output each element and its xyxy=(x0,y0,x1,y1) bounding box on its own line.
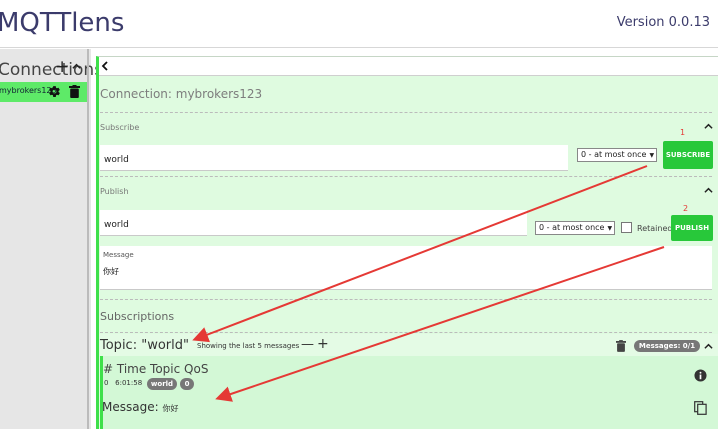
annotation-arrows xyxy=(192,165,665,402)
arrow-to-message xyxy=(215,246,665,402)
arrow-to-topic xyxy=(192,165,648,343)
